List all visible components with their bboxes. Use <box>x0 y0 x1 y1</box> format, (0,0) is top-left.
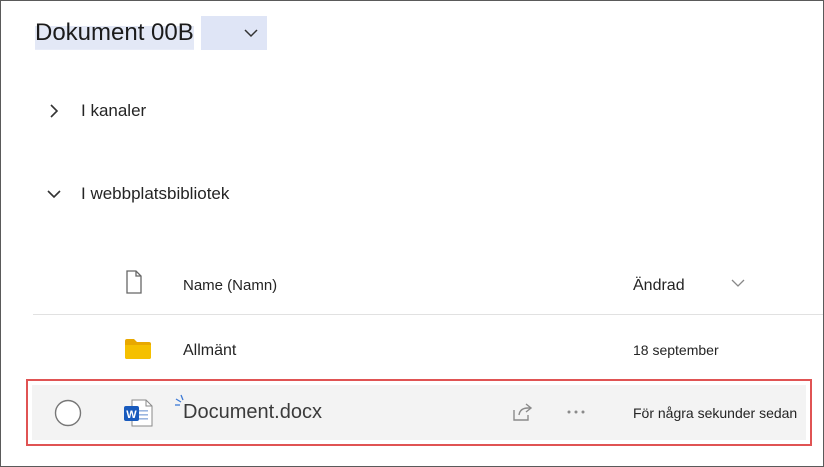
file-type-icon[interactable] <box>125 270 143 294</box>
section-in-channels[interactable]: I kanaler <box>47 99 146 123</box>
section-label: I webbplatsbibliotek <box>81 184 230 203</box>
svg-text:W: W <box>126 409 137 421</box>
item-name[interactable]: Document.docx <box>183 401 322 424</box>
file-browser-panel: Dokument 00B I kanaler I webbplatsbiblio… <box>0 0 824 467</box>
column-header-row: Name (Namn) Ändrad <box>1 269 823 305</box>
column-header-modified[interactable]: Ändrad <box>633 277 685 295</box>
chevron-down-icon[interactable] <box>243 27 259 39</box>
item-name[interactable]: Allmänt <box>183 342 236 360</box>
section-in-site-libraries[interactable]: I webbplatsbibliotek <box>47 182 229 206</box>
list-item-selected[interactable]: W Document.docx För några sekunder sedan <box>26 379 812 446</box>
chevron-down-icon[interactable] <box>47 187 61 201</box>
share-icon[interactable] <box>511 402 533 422</box>
library-title-dropdown[interactable]: Dokument 00B <box>35 16 267 50</box>
header-divider <box>33 314 823 315</box>
list-item[interactable]: Allmänt 18 september <box>1 325 823 375</box>
item-modified: För några sekunder sedan <box>633 405 798 421</box>
word-file-icon: W <box>124 399 153 427</box>
column-header-name[interactable]: Name (Namn) <box>183 277 277 294</box>
page-title: Dokument 00B <box>35 16 194 50</box>
chevron-right-icon[interactable] <box>47 104 61 118</box>
folder-icon <box>125 339 151 359</box>
select-circle-icon[interactable] <box>54 399 82 427</box>
section-label: I kanaler <box>81 101 147 120</box>
chevron-down-icon[interactable] <box>730 277 746 289</box>
item-modified: 18 september <box>633 342 719 358</box>
more-options-icon[interactable] <box>566 409 586 415</box>
